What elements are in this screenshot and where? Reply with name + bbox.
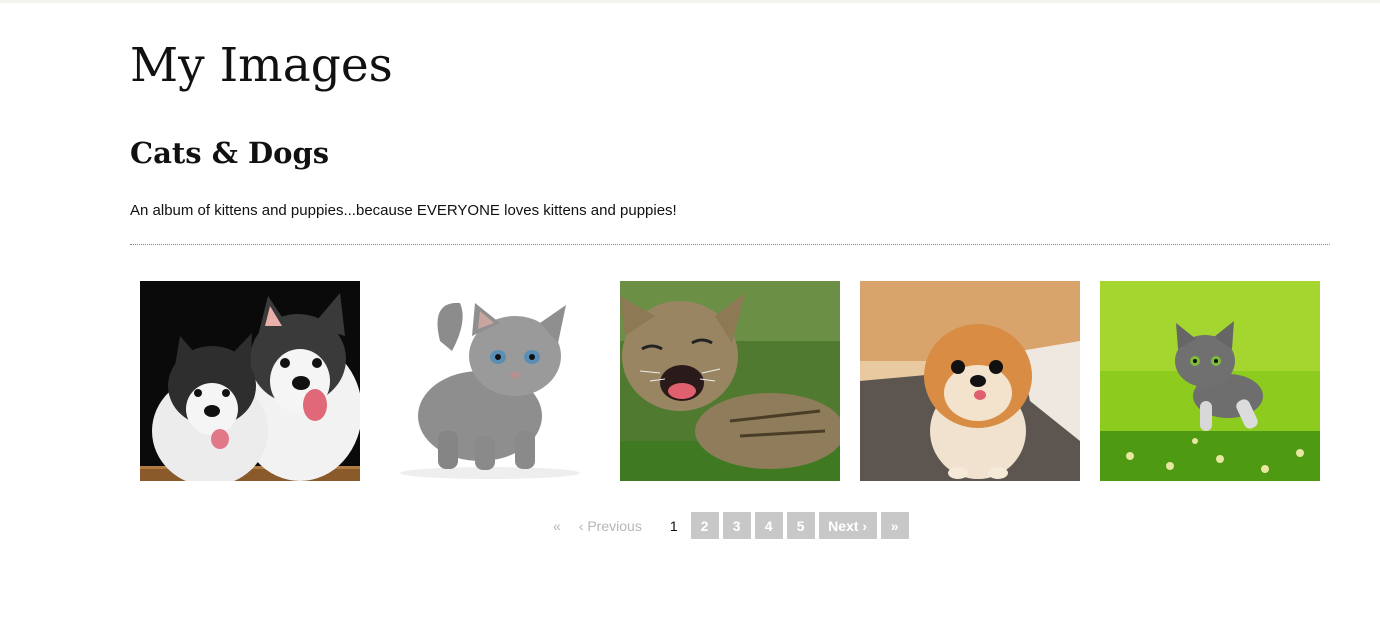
husky-puppies-image [140, 281, 360, 481]
pagination: « ‹ Previous 1 2 3 4 5 Next › » [546, 512, 913, 539]
leaping-kitten-image [1100, 281, 1320, 481]
gallery-image-grey-kitten[interactable] [380, 281, 600, 481]
gallery-image-leaping-kitten[interactable] [1100, 281, 1320, 481]
album-description: An album of kittens and puppies...becaus… [130, 202, 677, 219]
pagination-first: « [553, 517, 561, 534]
pagination-page-5[interactable]: 5 [786, 512, 815, 539]
album-title: Cats & Dogs [130, 136, 330, 170]
gallery-image-husky-puppies[interactable] [140, 281, 360, 481]
pomeranian-image [860, 281, 1080, 481]
pagination-previous: ‹ Previous [578, 517, 642, 534]
gallery-image-laughing-kitten[interactable] [620, 281, 840, 481]
pagination-page-2[interactable]: 2 [690, 512, 719, 539]
pagination-next[interactable]: Next › [818, 512, 877, 539]
page-title: My Images [130, 38, 393, 93]
top-strip [0, 0, 1380, 3]
grey-kitten-image [380, 281, 600, 481]
laughing-kitten-image [620, 281, 840, 481]
pagination-current-page: 1 [669, 517, 678, 534]
pagination-page-3[interactable]: 3 [722, 512, 751, 539]
pagination-page-4[interactable]: 4 [754, 512, 783, 539]
divider [130, 244, 1330, 245]
pagination-last[interactable]: » [880, 512, 909, 539]
gallery-image-pomeranian[interactable] [860, 281, 1080, 481]
image-gallery [140, 281, 1320, 481]
